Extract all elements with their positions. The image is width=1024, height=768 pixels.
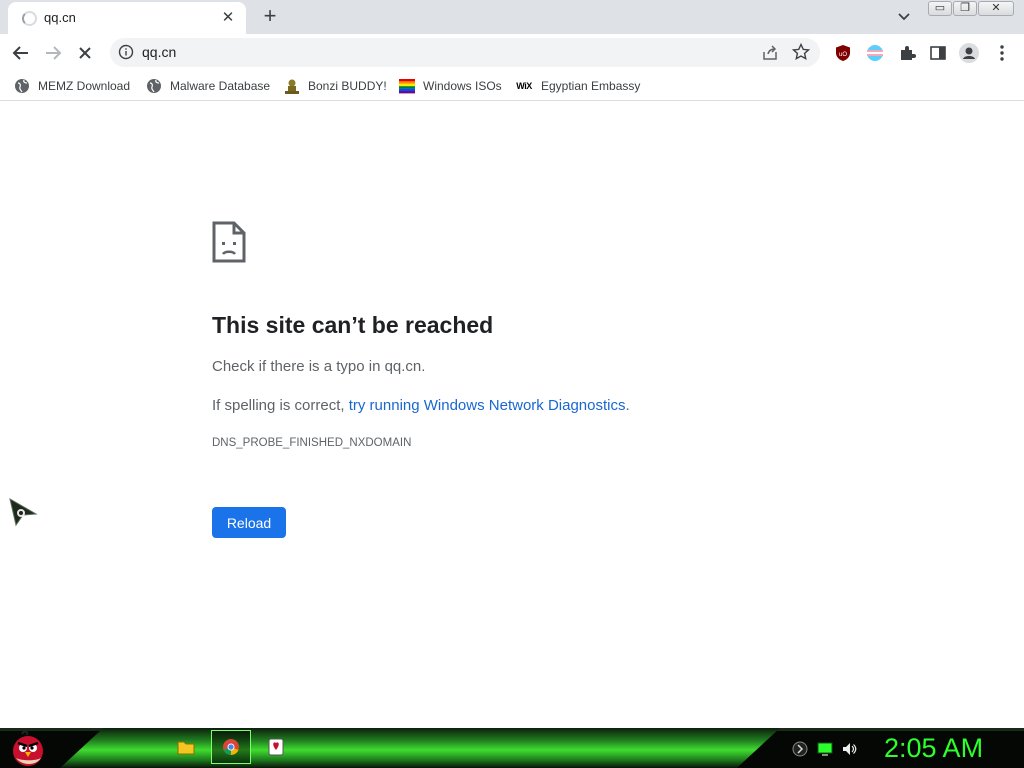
window-minimize-button[interactable]: ▭ bbox=[928, 1, 952, 16]
tab-strip: qq.cn ✕ + ▭ ❐ ✕ bbox=[0, 0, 1024, 34]
taskbar-cards-app-icon[interactable] bbox=[256, 730, 296, 764]
window-close-button[interactable]: ✕ bbox=[978, 1, 1014, 16]
bookmarks-bar: MEMZ Download Malware Database Bonzi BUD… bbox=[0, 71, 1024, 101]
tray-volume-icon[interactable] bbox=[841, 741, 857, 757]
wix-icon: WiX bbox=[516, 81, 532, 91]
tab-search-chevron-icon[interactable] bbox=[894, 6, 914, 26]
forward-arrow-icon[interactable] bbox=[42, 42, 64, 64]
globe-icon bbox=[14, 78, 30, 94]
site-info-icon[interactable] bbox=[118, 44, 134, 60]
error-diagnostics-hint: If spelling is correct, try running Wind… bbox=[212, 397, 630, 414]
error-page: This site can’t be reached Check if ther… bbox=[0, 102, 1024, 728]
bookmark-bonzi-buddy[interactable]: Bonzi BUDDY! bbox=[284, 76, 387, 96]
bookmark-label: Malware Database bbox=[170, 79, 271, 93]
back-arrow-icon[interactable] bbox=[10, 42, 32, 64]
bookmark-label: Windows ISOs bbox=[423, 79, 502, 93]
address-bar[interactable]: qq.cn bbox=[110, 38, 820, 67]
kebab-menu-icon[interactable] bbox=[991, 42, 1013, 64]
tab-title: qq.cn bbox=[44, 10, 76, 25]
diagnostics-link[interactable]: try running Windows Network Diagnostics bbox=[349, 397, 626, 414]
mouse-cursor-icon bbox=[8, 497, 38, 529]
error-code: DNS_PROBE_FINISHED_NXDOMAIN bbox=[212, 437, 412, 449]
bookmark-label: Bonzi BUDDY! bbox=[308, 79, 387, 93]
start-angry-bird-icon[interactable] bbox=[8, 728, 48, 768]
taskbar-clock[interactable]: 2:05 AM bbox=[884, 733, 983, 764]
tray-monitor-icon[interactable] bbox=[817, 741, 833, 757]
extensions-puzzle-icon[interactable] bbox=[896, 42, 918, 64]
loading-spinner-icon bbox=[22, 11, 37, 26]
bookmark-star-icon[interactable] bbox=[791, 42, 811, 62]
tab-active[interactable]: qq.cn ✕ bbox=[8, 2, 246, 34]
taskbar-chrome-icon[interactable] bbox=[211, 730, 251, 764]
bookmark-malware-database[interactable]: Malware Database bbox=[146, 76, 270, 96]
new-tab-button[interactable]: + bbox=[258, 4, 282, 28]
svg-text:uO: uO bbox=[839, 52, 847, 58]
browser-toolbar: qq.cn uO bbox=[0, 34, 1024, 71]
error-diagnostics-prefix: If spelling is correct, bbox=[212, 397, 349, 414]
bookmark-label: MEMZ Download bbox=[38, 79, 131, 93]
stop-loading-x-icon[interactable] bbox=[74, 42, 96, 64]
bookmark-label: Egyptian Embassy bbox=[541, 79, 641, 93]
ublock-extension-icon[interactable]: uO bbox=[832, 42, 854, 64]
flag-extension-icon[interactable] bbox=[864, 42, 886, 64]
tray-network-icon[interactable] bbox=[792, 741, 808, 757]
tab-close-icon[interactable]: ✕ bbox=[218, 8, 238, 28]
globe-icon bbox=[146, 78, 162, 94]
taskbar: 2:05 AM bbox=[0, 728, 1024, 768]
bookmark-memz-download[interactable]: MEMZ Download bbox=[14, 76, 130, 96]
reload-button[interactable]: Reload bbox=[212, 507, 286, 538]
share-icon[interactable] bbox=[760, 43, 780, 63]
rainbow-flag-icon bbox=[399, 78, 415, 94]
bookmark-egyptian-embassy[interactable]: WiX Egyptian Embassy bbox=[515, 76, 640, 96]
side-panel-icon[interactable] bbox=[927, 42, 949, 64]
bookmark-windows-isos[interactable]: Windows ISOs bbox=[399, 76, 502, 96]
taskbar-explorer-folder-icon[interactable] bbox=[166, 730, 206, 764]
error-title: This site can’t be reached bbox=[212, 312, 494, 338]
error-diagnostics-suffix: . bbox=[625, 397, 630, 414]
profile-avatar-icon[interactable] bbox=[958, 42, 980, 64]
window-maximize-button[interactable]: ❐ bbox=[953, 1, 977, 16]
url-text[interactable]: qq.cn bbox=[142, 44, 176, 60]
screen: qq.cn ✕ + ▭ ❐ ✕ qq.cn uO MEMZ Download M… bbox=[0, 0, 1024, 768]
sad-page-icon bbox=[212, 221, 246, 263]
error-typo-hint: Check if there is a typo in qq.cn. bbox=[212, 358, 426, 375]
bonzi-icon bbox=[284, 78, 300, 94]
